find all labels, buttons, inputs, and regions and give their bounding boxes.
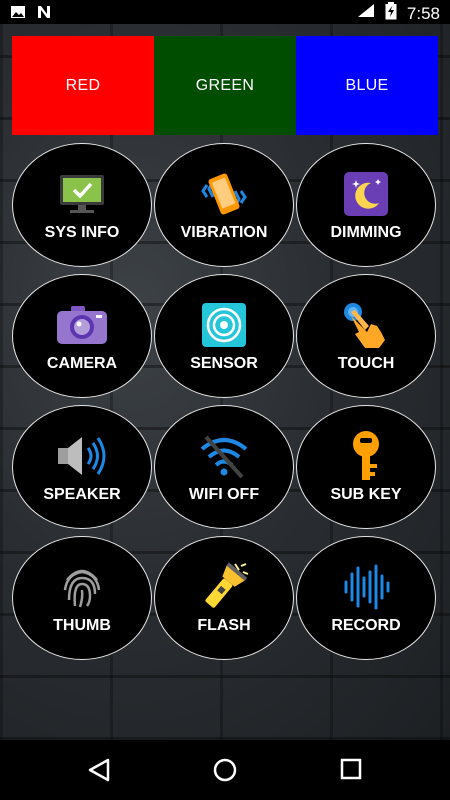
sub-key-label: SUB KEY — [330, 486, 402, 503]
camera-icon — [56, 299, 108, 351]
speaker-label: SPEAKER — [43, 486, 121, 503]
blue-button[interactable]: BLUE — [296, 36, 438, 135]
red-button-label: RED — [65, 76, 101, 94]
dimming-label: DIMMING — [330, 224, 402, 241]
flash-label: FLASH — [197, 617, 251, 634]
sensor-icon — [198, 299, 250, 351]
sound-wave-icon — [340, 561, 392, 613]
flashlight-icon — [198, 561, 250, 613]
moon-stars-icon — [340, 168, 392, 220]
clock: 7:58 — [406, 3, 440, 23]
sensor-label: SENSOR — [190, 355, 258, 372]
camera-button[interactable]: CAMERA — [12, 274, 152, 398]
touch-label: TOUCH — [337, 355, 395, 372]
blue-button-label: BLUE — [345, 76, 389, 94]
thumb-button[interactable]: THUMB — [12, 536, 152, 660]
fingerprint-icon — [56, 561, 108, 613]
camera-label: CAMERA — [46, 355, 118, 372]
key-icon — [340, 430, 392, 482]
status-bar: 7:58 — [0, 0, 450, 24]
touch-button[interactable]: TOUCH — [296, 274, 436, 398]
touch-hand-icon — [340, 299, 392, 351]
battery-charging-icon — [385, 2, 397, 25]
speaker-button[interactable]: SPEAKER — [12, 405, 152, 529]
record-button[interactable]: RECORD — [296, 536, 436, 660]
dimming-button[interactable]: DIMMING — [296, 143, 436, 267]
vibrating-phone-icon — [198, 168, 250, 220]
recents-icon[interactable] — [340, 758, 362, 785]
image-icon — [10, 4, 26, 25]
sub-key-button[interactable]: SUB KEY — [296, 405, 436, 529]
thumb-label: THUMB — [53, 617, 111, 634]
vibration-label: VIBRATION — [180, 224, 268, 241]
wifi-off-label: WIFI OFF — [188, 486, 260, 503]
green-button-label: GREEN — [195, 76, 255, 94]
sensor-button[interactable]: SENSOR — [154, 274, 294, 398]
navigation-bar — [0, 740, 450, 800]
home-icon[interactable] — [213, 758, 237, 787]
color-selector: RED GREEN BLUE — [12, 36, 438, 135]
flash-button[interactable]: FLASH — [154, 536, 294, 660]
monitor-check-icon — [56, 168, 108, 220]
vibration-button[interactable]: VIBRATION — [154, 143, 294, 267]
test-grid: SYS INFO VIBRATION DIMMING CAMERA SENSOR… — [11, 143, 439, 667]
n-notification-icon — [36, 4, 52, 25]
sys-info-label: SYS INFO — [44, 224, 120, 241]
wifi-off-icon — [198, 430, 250, 482]
red-button[interactable]: RED — [12, 36, 154, 135]
sys-info-button[interactable]: SYS INFO — [12, 143, 152, 267]
wifi-off-button[interactable]: WIFI OFF — [154, 405, 294, 529]
wifi-icon — [357, 3, 375, 24]
speaker-icon — [56, 430, 108, 482]
green-button[interactable]: GREEN — [154, 36, 296, 135]
record-label: RECORD — [331, 617, 401, 634]
back-icon[interactable] — [88, 758, 110, 787]
